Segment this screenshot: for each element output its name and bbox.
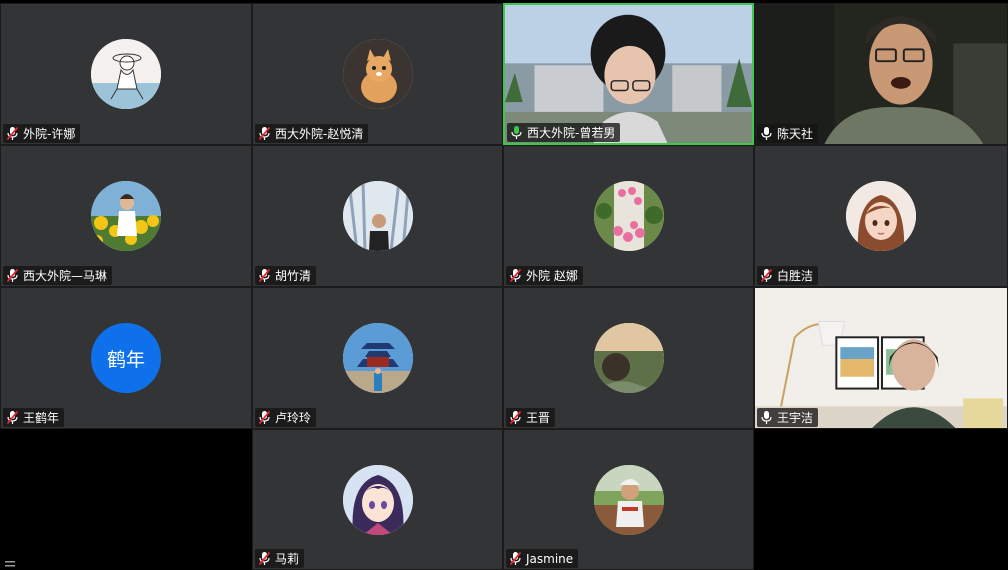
sunflower-avatar: [91, 181, 161, 251]
cartoon-woman-avatar: [846, 181, 916, 251]
participant-nametag: 王晋: [506, 408, 556, 427]
mic-muted-icon: [7, 127, 18, 140]
participant-nametag: 陈天社: [757, 124, 819, 143]
participant-name: 王鹤年: [23, 411, 60, 425]
participant-tile[interactable]: 陈天社: [754, 3, 1008, 145]
participant-nametag: 西大外院-赵悦清: [255, 124, 369, 143]
sketch-girl-avatar: [91, 39, 161, 109]
participant-name: 外院-许娜: [23, 127, 76, 141]
mic-muted-icon: [259, 269, 270, 282]
participant-nametag: 外院-许娜: [3, 124, 81, 143]
participant-tile[interactable]: 西大外院—马琳: [0, 145, 252, 287]
flowers-avatar: [593, 181, 664, 251]
kitten-avatar: [342, 39, 413, 109]
participant-tile[interactable]: 外院-许娜: [0, 3, 252, 145]
participant-nametag: Jasmine: [506, 549, 579, 568]
participant-tile[interactable]: 鹤年 王鹤年: [0, 287, 252, 429]
mic-muted-icon: [259, 552, 270, 565]
gallery-view: 外院-许娜 西大外院-赵悦清 西大外院-曾若男 陈天社 西大外院—马琳 胡竹清 …: [0, 3, 1008, 570]
participant-tile[interactable]: 王宇洁: [754, 287, 1008, 429]
mic-muted-icon: [7, 411, 18, 424]
participant-nametag: 白胜洁: [757, 266, 819, 285]
participant-name: 陈天社: [777, 127, 814, 141]
mic-icon: [761, 127, 772, 140]
landscape-avatar: [593, 323, 664, 393]
mic-muted-icon: [510, 269, 521, 282]
participant-name: 外院 赵娜: [526, 269, 578, 283]
initials-avatar: 鹤年: [91, 323, 161, 393]
anime-girl-avatar: [342, 464, 413, 535]
video-feed: [755, 4, 1007, 144]
mic-icon: [761, 411, 772, 424]
participant-tile[interactable]: 卢玲玲: [252, 287, 503, 429]
participant-name: 王晋: [526, 411, 551, 425]
participant-tile[interactable]: 白胜洁: [754, 145, 1008, 287]
temple-avatar: [342, 323, 413, 393]
mic-speaking-icon: [511, 126, 522, 139]
participant-nametag: 卢玲玲: [255, 408, 317, 427]
mic-muted-icon: [510, 552, 521, 565]
participant-name: 西大外院—马琳: [23, 269, 108, 283]
participant-tile-active-speaker[interactable]: 西大外院-曾若男: [503, 3, 754, 145]
participant-nametag: 西大外院-曾若男: [507, 123, 621, 142]
participant-tile[interactable]: 王晋: [503, 287, 754, 429]
mic-muted-icon: [510, 411, 521, 424]
participant-name: 卢玲玲: [275, 411, 312, 425]
participant-tile[interactable]: 外院 赵娜: [503, 145, 754, 287]
participant-tile[interactable]: Jasmine: [503, 429, 754, 570]
participant-nametag: 胡竹清: [255, 266, 317, 285]
participant-name: 白胜洁: [777, 269, 814, 283]
participant-tile[interactable]: 胡竹清: [252, 145, 503, 287]
mic-muted-icon: [259, 411, 270, 424]
mic-muted-icon: [761, 269, 772, 282]
empty-slot: [0, 429, 252, 570]
participant-name: 西大外院-赵悦清: [275, 127, 364, 141]
participant-nametag: 马莉: [255, 549, 305, 568]
participant-name: Jasmine: [526, 551, 574, 566]
mic-muted-icon: [7, 269, 18, 282]
grid-menu-icon[interactable]: [5, 561, 15, 567]
participant-name: 胡竹清: [275, 269, 312, 283]
participant-nametag: 王宇洁: [757, 408, 819, 427]
mic-muted-icon: [259, 127, 270, 140]
participant-nametag: 西大外院—马琳: [3, 266, 113, 285]
man-photo-avatar: [342, 181, 413, 251]
participant-tile[interactable]: 西大外院-赵悦清: [252, 3, 503, 145]
participant-name: 马莉: [275, 552, 300, 566]
participant-name: 西大外院-曾若男: [527, 126, 616, 140]
participant-name: 王宇洁: [777, 411, 814, 425]
child-photo-avatar: [593, 464, 664, 535]
empty-slot: [754, 429, 1008, 570]
participant-tile[interactable]: 马莉: [252, 429, 503, 570]
participant-nametag: 外院 赵娜: [506, 266, 583, 285]
video-feed: [755, 288, 1007, 428]
participant-nametag: 王鹤年: [3, 408, 65, 427]
